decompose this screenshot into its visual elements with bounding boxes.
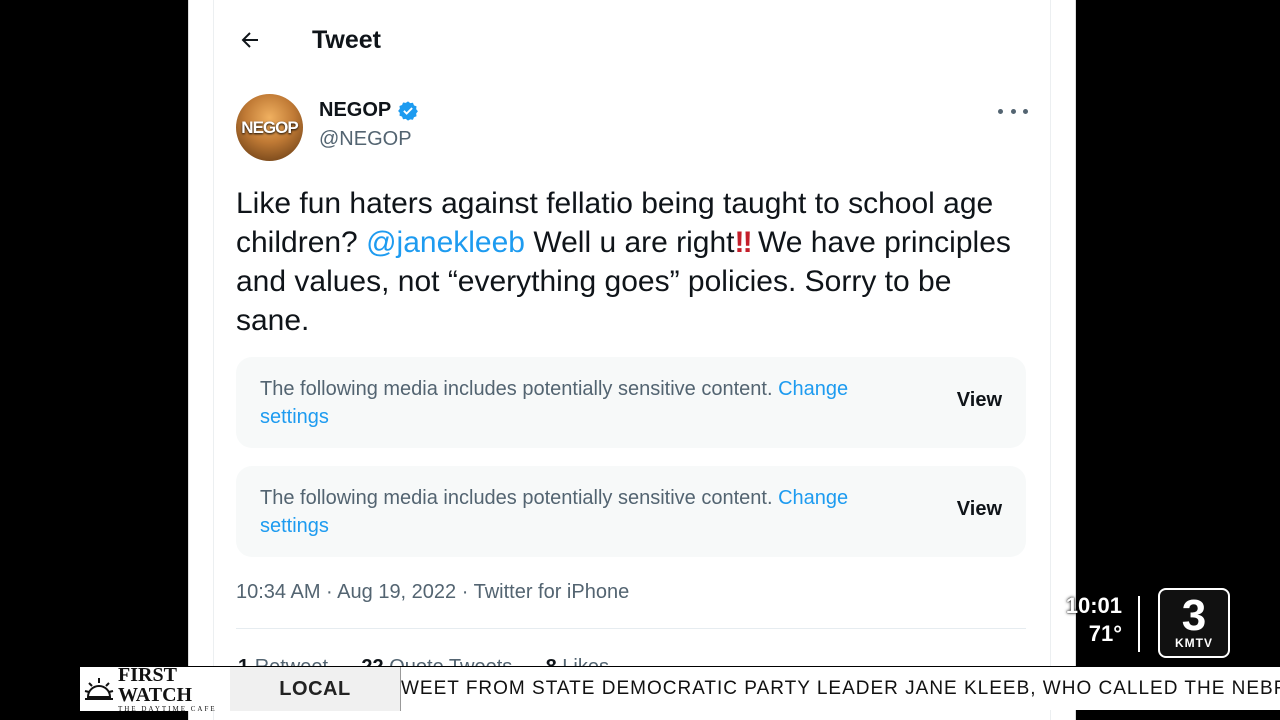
broadcast-clock: 10:01 71°: [1058, 592, 1122, 648]
view-button[interactable]: View: [957, 498, 1002, 521]
view-button[interactable]: View: [957, 389, 1002, 412]
sensitive-media-message: The following media includes potentially…: [260, 375, 900, 431]
author-name-row[interactable]: NEGOP: [319, 99, 419, 122]
mention-link[interactable]: @janekleeb: [366, 226, 525, 259]
station-number: 3: [1181, 591, 1207, 640]
more-options-icon[interactable]: [998, 100, 1028, 122]
avatar[interactable]: NEGOP: [236, 94, 303, 161]
sensitive-media-message: The following media includes potentially…: [260, 484, 900, 540]
sunrise-icon: [84, 678, 114, 700]
display-name[interactable]: NEGOP: [319, 99, 391, 122]
sensitive-media-warning[interactable]: The following media includes potentially…: [236, 357, 1026, 448]
sensitive-media-text: The following media includes potentially…: [260, 487, 779, 509]
tweet-text-part2: Well u are right: [524, 226, 735, 259]
ticker-crawl: WEET FROM STATE DEMOCRATIC PARTY LEADER …: [400, 667, 1280, 711]
station-name: KMTV: [1175, 636, 1213, 650]
tweet-timestamp[interactable]: 10:34 AM · Aug 19, 2022 · Twitter for iP…: [236, 581, 629, 604]
ticker-crawl-text: WEET FROM STATE DEMOCRATIC PARTY LEADER …: [401, 678, 1280, 699]
double-exclamation-emoji: ‼: [734, 226, 753, 259]
broadcast-time: 10:01: [1065, 593, 1122, 618]
sponsor-title: FIRST WATCH: [118, 664, 193, 706]
broadcast-temperature: 71°: [1088, 621, 1122, 646]
avatar-logo-text: NEGOP: [241, 117, 298, 137]
sponsor-subtitle: THE DAYTIME CAFE: [118, 705, 217, 713]
tweet-header: Tweet: [236, 22, 381, 58]
sponsor-logo: FIRST WATCH THE DAYTIME CAFE: [80, 664, 230, 713]
verified-badge-icon: [398, 100, 419, 121]
ticker-section-label: LOCAL: [230, 667, 400, 711]
author-handle[interactable]: @NEGOP: [319, 128, 412, 151]
clock-separator: [1138, 596, 1140, 652]
page-title: Tweet: [312, 25, 381, 54]
sensitive-media-warning[interactable]: The following media includes potentially…: [236, 466, 1026, 557]
sensitive-media-text: The following media includes potentially…: [260, 378, 779, 400]
news-ticker: FIRST WATCH THE DAYTIME CAFE LOCAL WEET …: [80, 664, 1280, 713]
back-arrow-icon[interactable]: [236, 26, 264, 54]
tweet-text: Like fun haters against fellatio being t…: [236, 184, 1026, 340]
station-logo: 3 KMTV: [1158, 588, 1230, 658]
divider: [236, 628, 1026, 629]
